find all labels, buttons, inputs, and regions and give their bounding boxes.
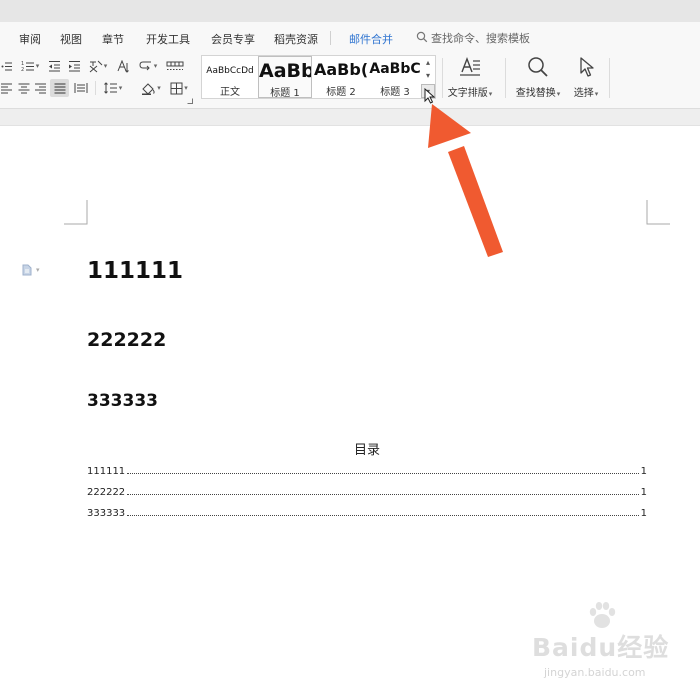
toc-title[interactable]: 目录 — [340, 439, 394, 458]
chevron-down-icon: ▾ — [184, 84, 188, 92]
chevron-down-icon: ▾ — [425, 70, 430, 80]
find-replace-label: 查找替换 — [515, 88, 556, 99]
tab-divider — [330, 31, 331, 45]
command-search-box[interactable]: 查找命令、搜索模板 — [416, 30, 530, 46]
justify-button[interactable] — [50, 79, 69, 97]
chevron-up-icon: ▴ — [425, 57, 430, 67]
search-placeholder: 查找命令、搜索模板 — [431, 32, 530, 45]
paragraph-settings-launcher[interactable] — [187, 98, 193, 104]
toc-entry-text: 333333 — [87, 508, 126, 519]
tab-member-exclusive[interactable]: 会员专享 — [211, 31, 255, 47]
heading-3-text[interactable]: 333333 — [87, 391, 158, 411]
heading-1-text[interactable]: 111111 — [87, 258, 183, 284]
chevron-down-icon: ▾ — [35, 62, 40, 70]
align-left-button[interactable] — [0, 80, 14, 96]
toolbar-divider — [442, 58, 443, 98]
align-center-button[interactable] — [16, 80, 32, 96]
style-gallery: AaBbCcDd 正文 AaBb 标题 1 AaBb( 标题 2 AaBbC 标… — [201, 55, 436, 99]
toolbar-divider — [609, 58, 610, 98]
align-right-button[interactable] — [32, 80, 48, 96]
ribbon-tab-bar: 审阅 视图 章节 开发工具 会员专享 稻壳资源 邮件合并 查找命令、搜索模板 — [0, 22, 700, 52]
chevron-down-icon: ▾ — [103, 62, 108, 70]
text-layout-icon — [458, 56, 482, 82]
style-preview: AaBbCcDd — [206, 66, 254, 76]
distributed-align-button[interactable] — [72, 80, 90, 96]
toc-entry-page: 1 — [640, 487, 647, 498]
toc-entry-text: 222222 — [87, 487, 126, 498]
style-preview: AaBbC — [369, 61, 421, 77]
bullet-list-button[interactable] — [0, 58, 14, 74]
toc-entry[interactable]: 222222 1 — [87, 484, 647, 498]
style-name: 正文 — [220, 87, 240, 98]
toc-entry-page: 1 — [640, 466, 647, 477]
style-name: 标题 2 — [326, 87, 356, 98]
borders-button[interactable]: ▾ — [166, 80, 192, 96]
chevron-down-icon: ▾ — [36, 266, 40, 274]
search-icon — [416, 31, 428, 46]
select-button[interactable]: 选择▾ — [568, 56, 604, 100]
toc-leader-dots — [127, 515, 639, 516]
watermark-brand: Baidu经验 — [532, 633, 670, 662]
toc-entry-page: 1 — [640, 508, 647, 519]
chevron-down-icon: ▾ — [556, 90, 561, 98]
toc-leader-dots — [127, 473, 639, 474]
chevron-down-icon: ▾ — [594, 90, 599, 98]
style-heading-2[interactable]: AaBb( 标题 2 — [314, 56, 368, 98]
find-replace-button[interactable]: 查找替换▾ — [510, 56, 566, 100]
chevron-down-icon: ▾ — [118, 84, 123, 92]
table-tab-stop-button[interactable] — [164, 58, 186, 74]
toc-leader-dots — [127, 494, 639, 495]
chevron-down-icon: ▾ — [157, 84, 161, 92]
increase-indent-button[interactable] — [66, 58, 82, 74]
select-label: 选择 — [573, 88, 594, 99]
gallery-scroll-up-button[interactable]: ▴ — [421, 55, 435, 69]
magnifier-icon — [526, 56, 550, 82]
style-name: 标题 1 — [270, 88, 300, 99]
chevron-down-icon: ▾ — [153, 62, 158, 70]
heading-2-text[interactable]: 222222 — [87, 329, 166, 351]
tab-view[interactable]: 视图 — [60, 31, 82, 47]
document-icon — [22, 264, 32, 276]
cursor-arrow-icon — [576, 56, 596, 82]
style-name: 标题 3 — [380, 87, 410, 98]
toc-entry-text: 111111 — [87, 466, 126, 477]
tab-review[interactable]: 审阅 — [19, 31, 41, 47]
style-preview: AaBb( — [314, 60, 368, 79]
paw-logo-icon — [589, 602, 616, 628]
sort-button[interactable] — [114, 58, 132, 74]
style-normal[interactable]: AaBbCcDd 正文 — [202, 56, 258, 98]
window-top-bar — [0, 0, 700, 22]
line-spacing-button[interactable]: ▾ — [100, 80, 126, 96]
tab-docer-resources[interactable]: 稻壳资源 — [274, 31, 318, 47]
tab-chapter[interactable]: 章节 — [102, 31, 124, 47]
page-margin-corner-right — [646, 200, 670, 225]
shading-button[interactable]: ▾ — [138, 80, 164, 96]
decrease-indent-button[interactable] — [46, 58, 62, 74]
style-heading-1[interactable]: AaBb 标题 1 — [258, 56, 312, 98]
chinese-layout-button[interactable]: ▾ — [86, 58, 110, 74]
tab-mail-merge[interactable]: 邮件合并 — [349, 31, 393, 47]
page-margin-corner-left — [64, 200, 88, 225]
tab-developer-tools[interactable]: 开发工具 — [146, 31, 190, 47]
style-heading-3[interactable]: AaBbC 标题 3 — [368, 56, 422, 98]
gallery-scroll-down-button[interactable]: ▾ — [421, 68, 435, 82]
ribbon-bottom-strip — [0, 108, 700, 126]
mouse-pointer-icon — [424, 88, 436, 104]
watermark-url: jingyan.baidu.com — [544, 666, 646, 679]
toc-entry[interactable]: 333333 1 — [87, 505, 647, 519]
numbered-list-button[interactable]: 1 2 ▾ — [18, 58, 42, 74]
style-preview: AaBb — [259, 60, 311, 82]
baidu-jingyan-watermark: Baidu经验 jingyan.baidu.com — [532, 602, 668, 686]
toc-entry[interactable]: 111111 1 — [87, 463, 647, 477]
toolbar-divider — [505, 58, 506, 98]
paragraph-handle[interactable]: ▾ — [22, 264, 40, 276]
chevron-down-icon: ▾ — [488, 90, 493, 98]
text-layout-button[interactable]: 文字排版▾ — [444, 56, 496, 100]
text-layout-label: 文字排版 — [447, 88, 488, 99]
svg-text:2: 2 — [21, 67, 24, 72]
toolbar-divider — [95, 81, 96, 95]
show-hide-marks-button[interactable]: ▾ — [136, 58, 160, 74]
